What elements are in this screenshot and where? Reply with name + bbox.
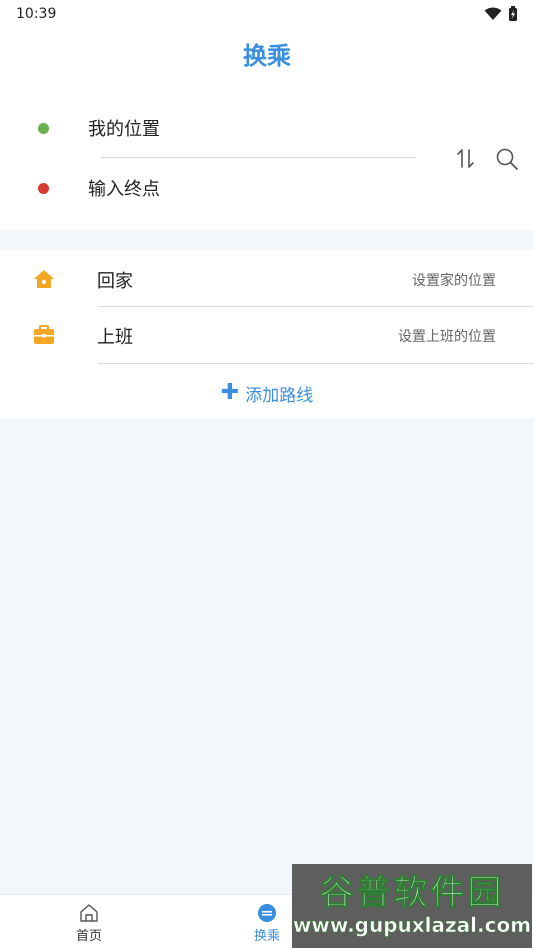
end-dot (38, 183, 49, 194)
briefcase-icon (34, 325, 54, 344)
wifi-icon (484, 7, 502, 20)
transfer-icon (258, 903, 276, 922)
battery-icon (509, 6, 517, 21)
search-panel: 换乘 我的位置 输入终点 (0, 28, 534, 230)
search-divider (100, 157, 416, 158)
nav-label-home: 首页 (75, 928, 102, 944)
end-location-field[interactable]: 输入终点 (88, 175, 160, 201)
add-route-label: 添加路线 (245, 385, 314, 406)
start-dot (38, 123, 49, 134)
route-row-home[interactable]: 回家 设置家的位置 (0, 250, 534, 306)
search-button[interactable] (494, 146, 522, 172)
plus-icon: ✚ (220, 380, 240, 405)
route-label-home: 回家 (97, 271, 133, 292)
watermark-url: www.gupuxlazal.com (292, 912, 532, 937)
swap-icon (457, 149, 474, 168)
status-time: 10:39 (16, 6, 57, 22)
start-location-field[interactable]: 我的位置 (88, 115, 160, 141)
route-divider (98, 363, 534, 364)
home-outline-icon (80, 903, 98, 922)
home-icon (34, 270, 54, 288)
route-label-work: 上班 (97, 327, 133, 348)
add-route-button[interactable]: ✚ 添加路线 (0, 378, 534, 408)
swap-button[interactable] (452, 146, 480, 172)
routes-panel: 回家 设置家的位置 上班 设置上班的位置 ✚ 添加路线 (0, 250, 534, 418)
page-title: 换乘 (243, 42, 291, 70)
search-icon (496, 148, 518, 170)
watermark: 谷普软件园 www.gupuxlazal.com (292, 864, 532, 948)
status-icons (484, 6, 518, 22)
status-bar: 10:39 (0, 0, 534, 28)
route-row-work[interactable]: 上班 设置上班的位置 (0, 307, 534, 363)
route-hint-home: 设置家的位置 (412, 273, 496, 289)
watermark-title: 谷普软件园 (319, 873, 505, 914)
nav-label-transfer: 换乘 (253, 928, 280, 944)
route-hint-work: 设置上班的位置 (398, 329, 496, 345)
nav-item-home[interactable]: 首页 (0, 895, 178, 950)
